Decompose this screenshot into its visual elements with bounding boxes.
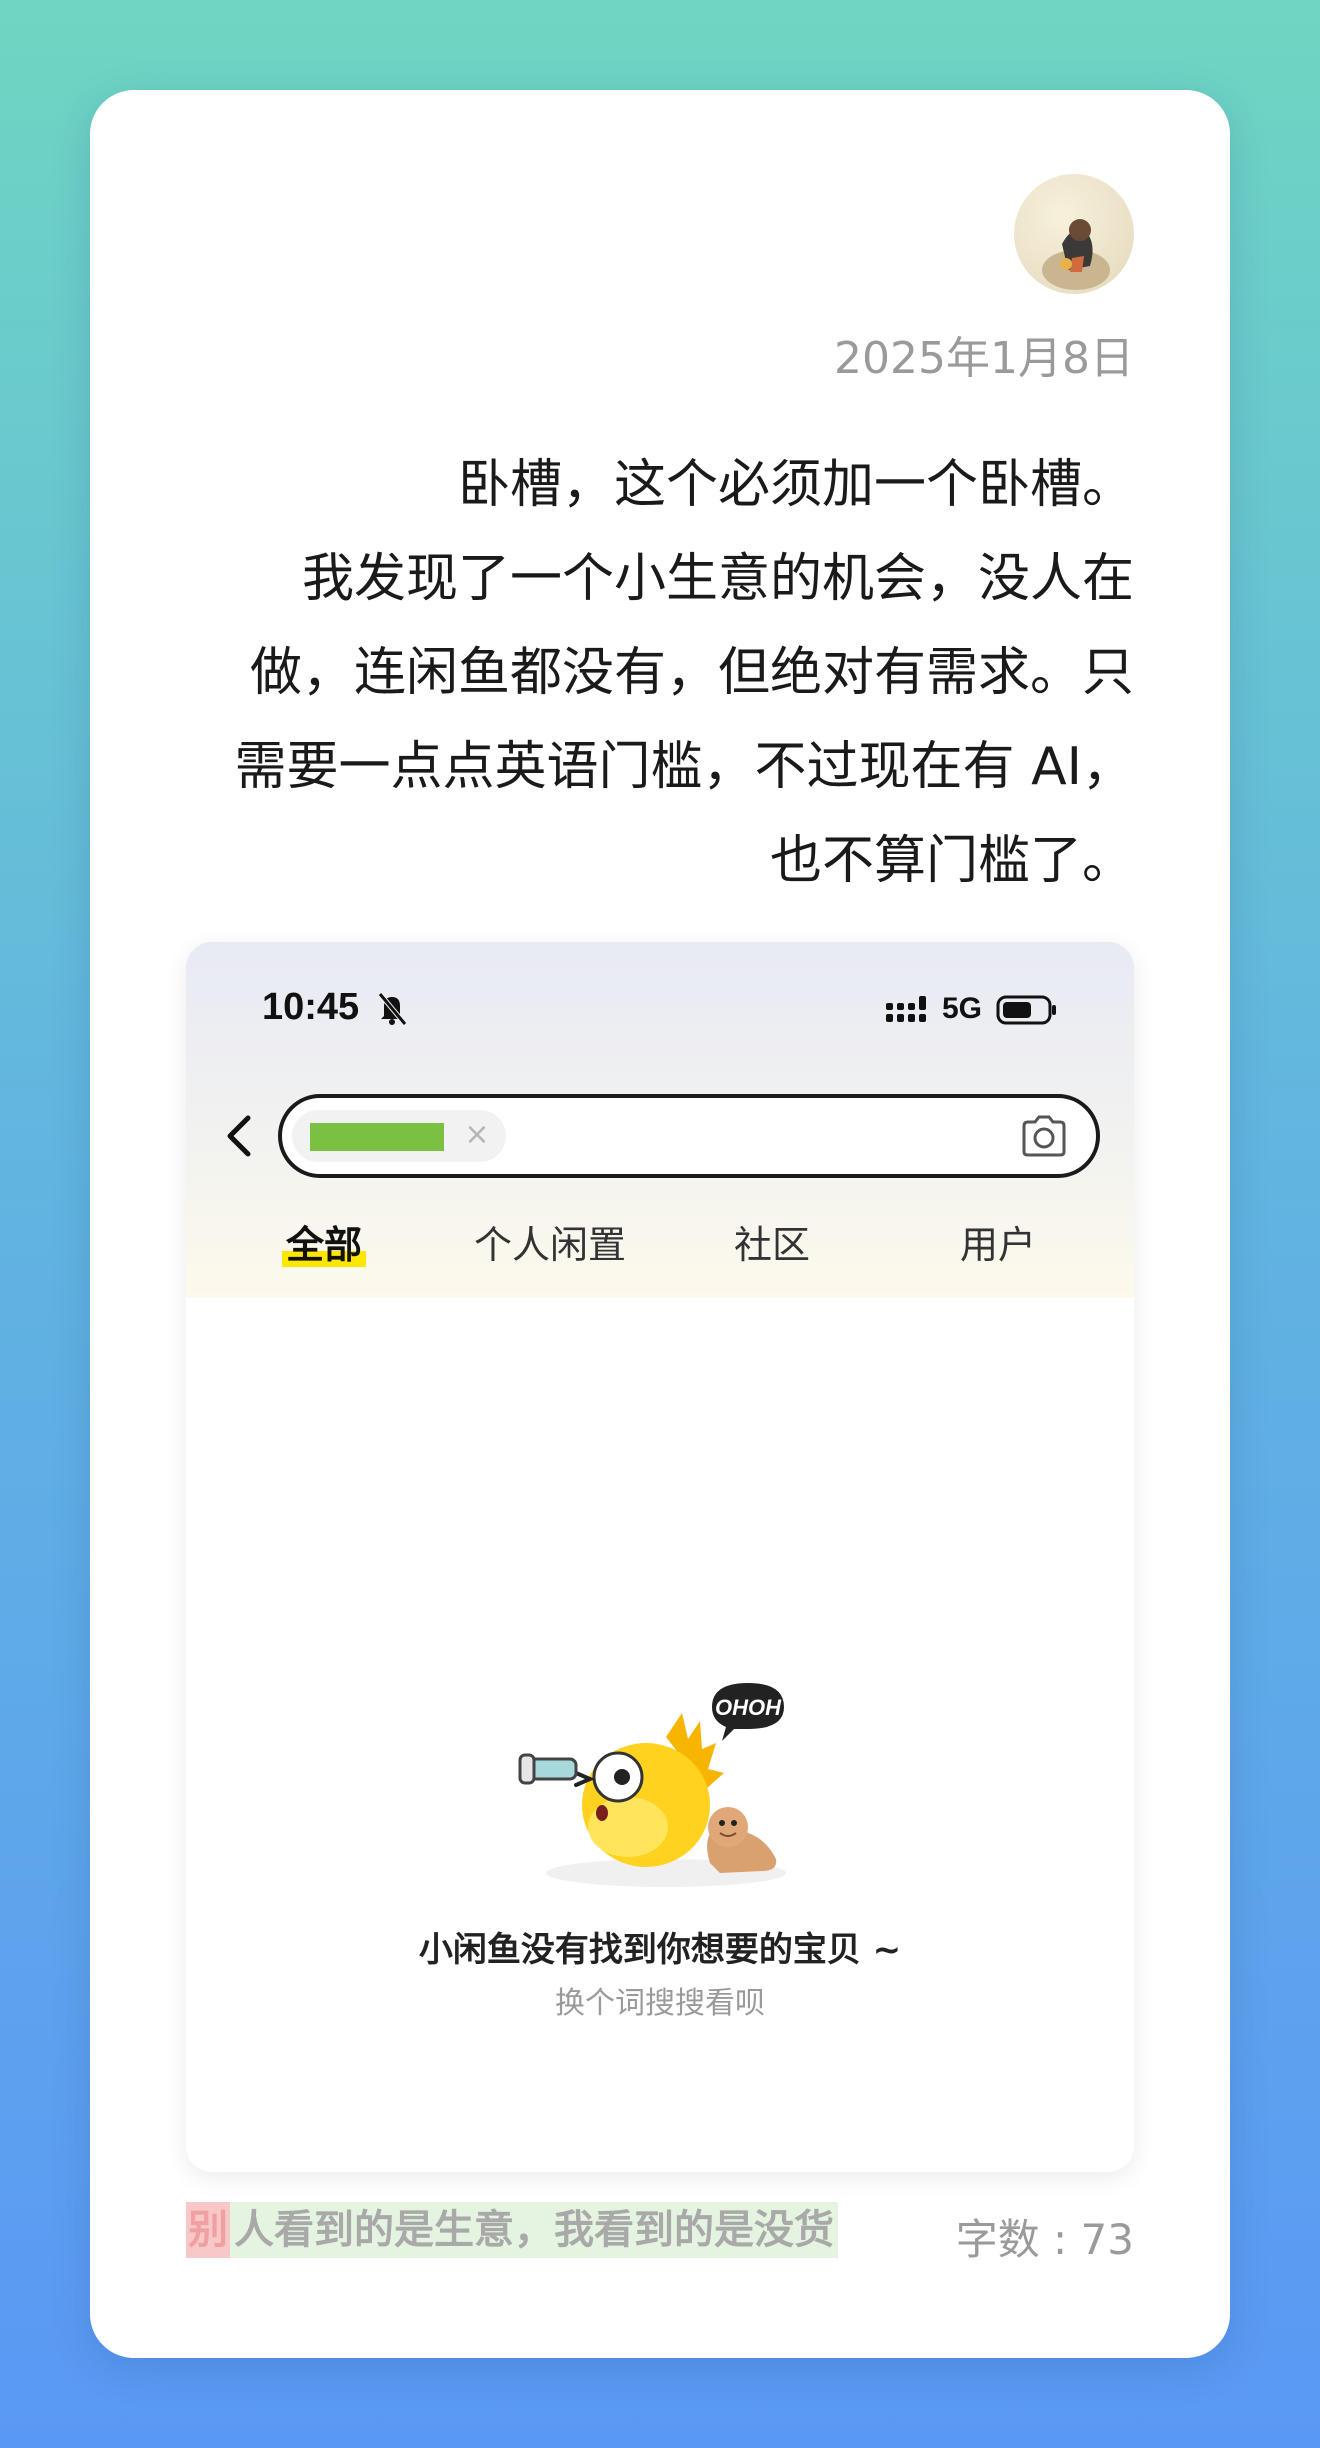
avatar[interactable]	[1014, 174, 1134, 294]
tab-label: 个人闲置	[473, 1223, 626, 1267]
empty-state-subtitle: 换个词搜搜看呗	[555, 1986, 765, 2021]
word-count: 字数 : 73	[955, 2215, 1134, 2264]
post-card: 2025年1月8日 卧槽，这个必须加一个卧槽。 我发现了一个小生意的机会，没人在…	[90, 90, 1230, 2358]
back-icon[interactable]	[222, 1112, 258, 1160]
bubble-text: OHOH	[715, 1695, 782, 1720]
empty-state-mascot: OHOH	[518, 1683, 786, 1887]
search-input[interactable]: ×	[278, 1094, 1100, 1178]
clear-icon[interactable]: ×	[460, 1118, 494, 1152]
screenshot-header: 10:45 5G × 全部 个人闲置 社区 用户	[186, 942, 1134, 1298]
bell-off-icon	[378, 992, 407, 1026]
post-paragraph: 我发现了一个小生意的机会，没人在做，连闲鱼都没有，但绝对有需求。只需要一点点英语…	[234, 549, 1134, 891]
footer-quote-rest: 人看到的是生意，我看到的是没货	[230, 2202, 838, 2258]
footer-quote-first-char: 别	[186, 2202, 230, 2258]
post-date: 2025年1月8日	[834, 333, 1134, 384]
signal-icon	[886, 996, 926, 1022]
post-body: 卧槽，这个必须加一个卧槽。 我发现了一个小生意的机会，没人在做，连闲鱼都没有，但…	[210, 438, 1134, 908]
tab-label: 社区	[733, 1223, 810, 1267]
tab-personal-idle[interactable]: 个人闲置	[470, 1214, 630, 1269]
footer-quote: 别人看到的是生意，我看到的是没货	[186, 2202, 838, 2258]
search-chip-redacted	[310, 1123, 444, 1151]
battery-icon	[996, 995, 1056, 1025]
search-tabs: 全部 个人闲置 社区 用户	[186, 1214, 1134, 1284]
tab-community[interactable]: 社区	[730, 1214, 814, 1269]
tab-label: 用户	[959, 1223, 1036, 1267]
tab-users[interactable]: 用户	[956, 1214, 1040, 1269]
status-time: 10:45	[262, 986, 360, 1028]
avatar-image	[1014, 174, 1134, 294]
tab-all[interactable]: 全部	[282, 1214, 366, 1269]
camera-icon[interactable]	[1020, 1114, 1068, 1158]
empty-state-title: 小闲鱼没有找到你想要的宝贝 ~	[418, 1930, 902, 1970]
embedded-screenshot: 10:45 5G × 全部 个人闲置 社区 用户 OHOH 小闲鱼没有找到你想要…	[186, 942, 1134, 2172]
tab-label: 全部	[285, 1223, 362, 1267]
network-label: 5G	[942, 992, 983, 1025]
post-paragraph: 卧槽，这个必须加一个卧槽。	[457, 455, 1134, 515]
search-chip[interactable]: ×	[292, 1110, 506, 1162]
